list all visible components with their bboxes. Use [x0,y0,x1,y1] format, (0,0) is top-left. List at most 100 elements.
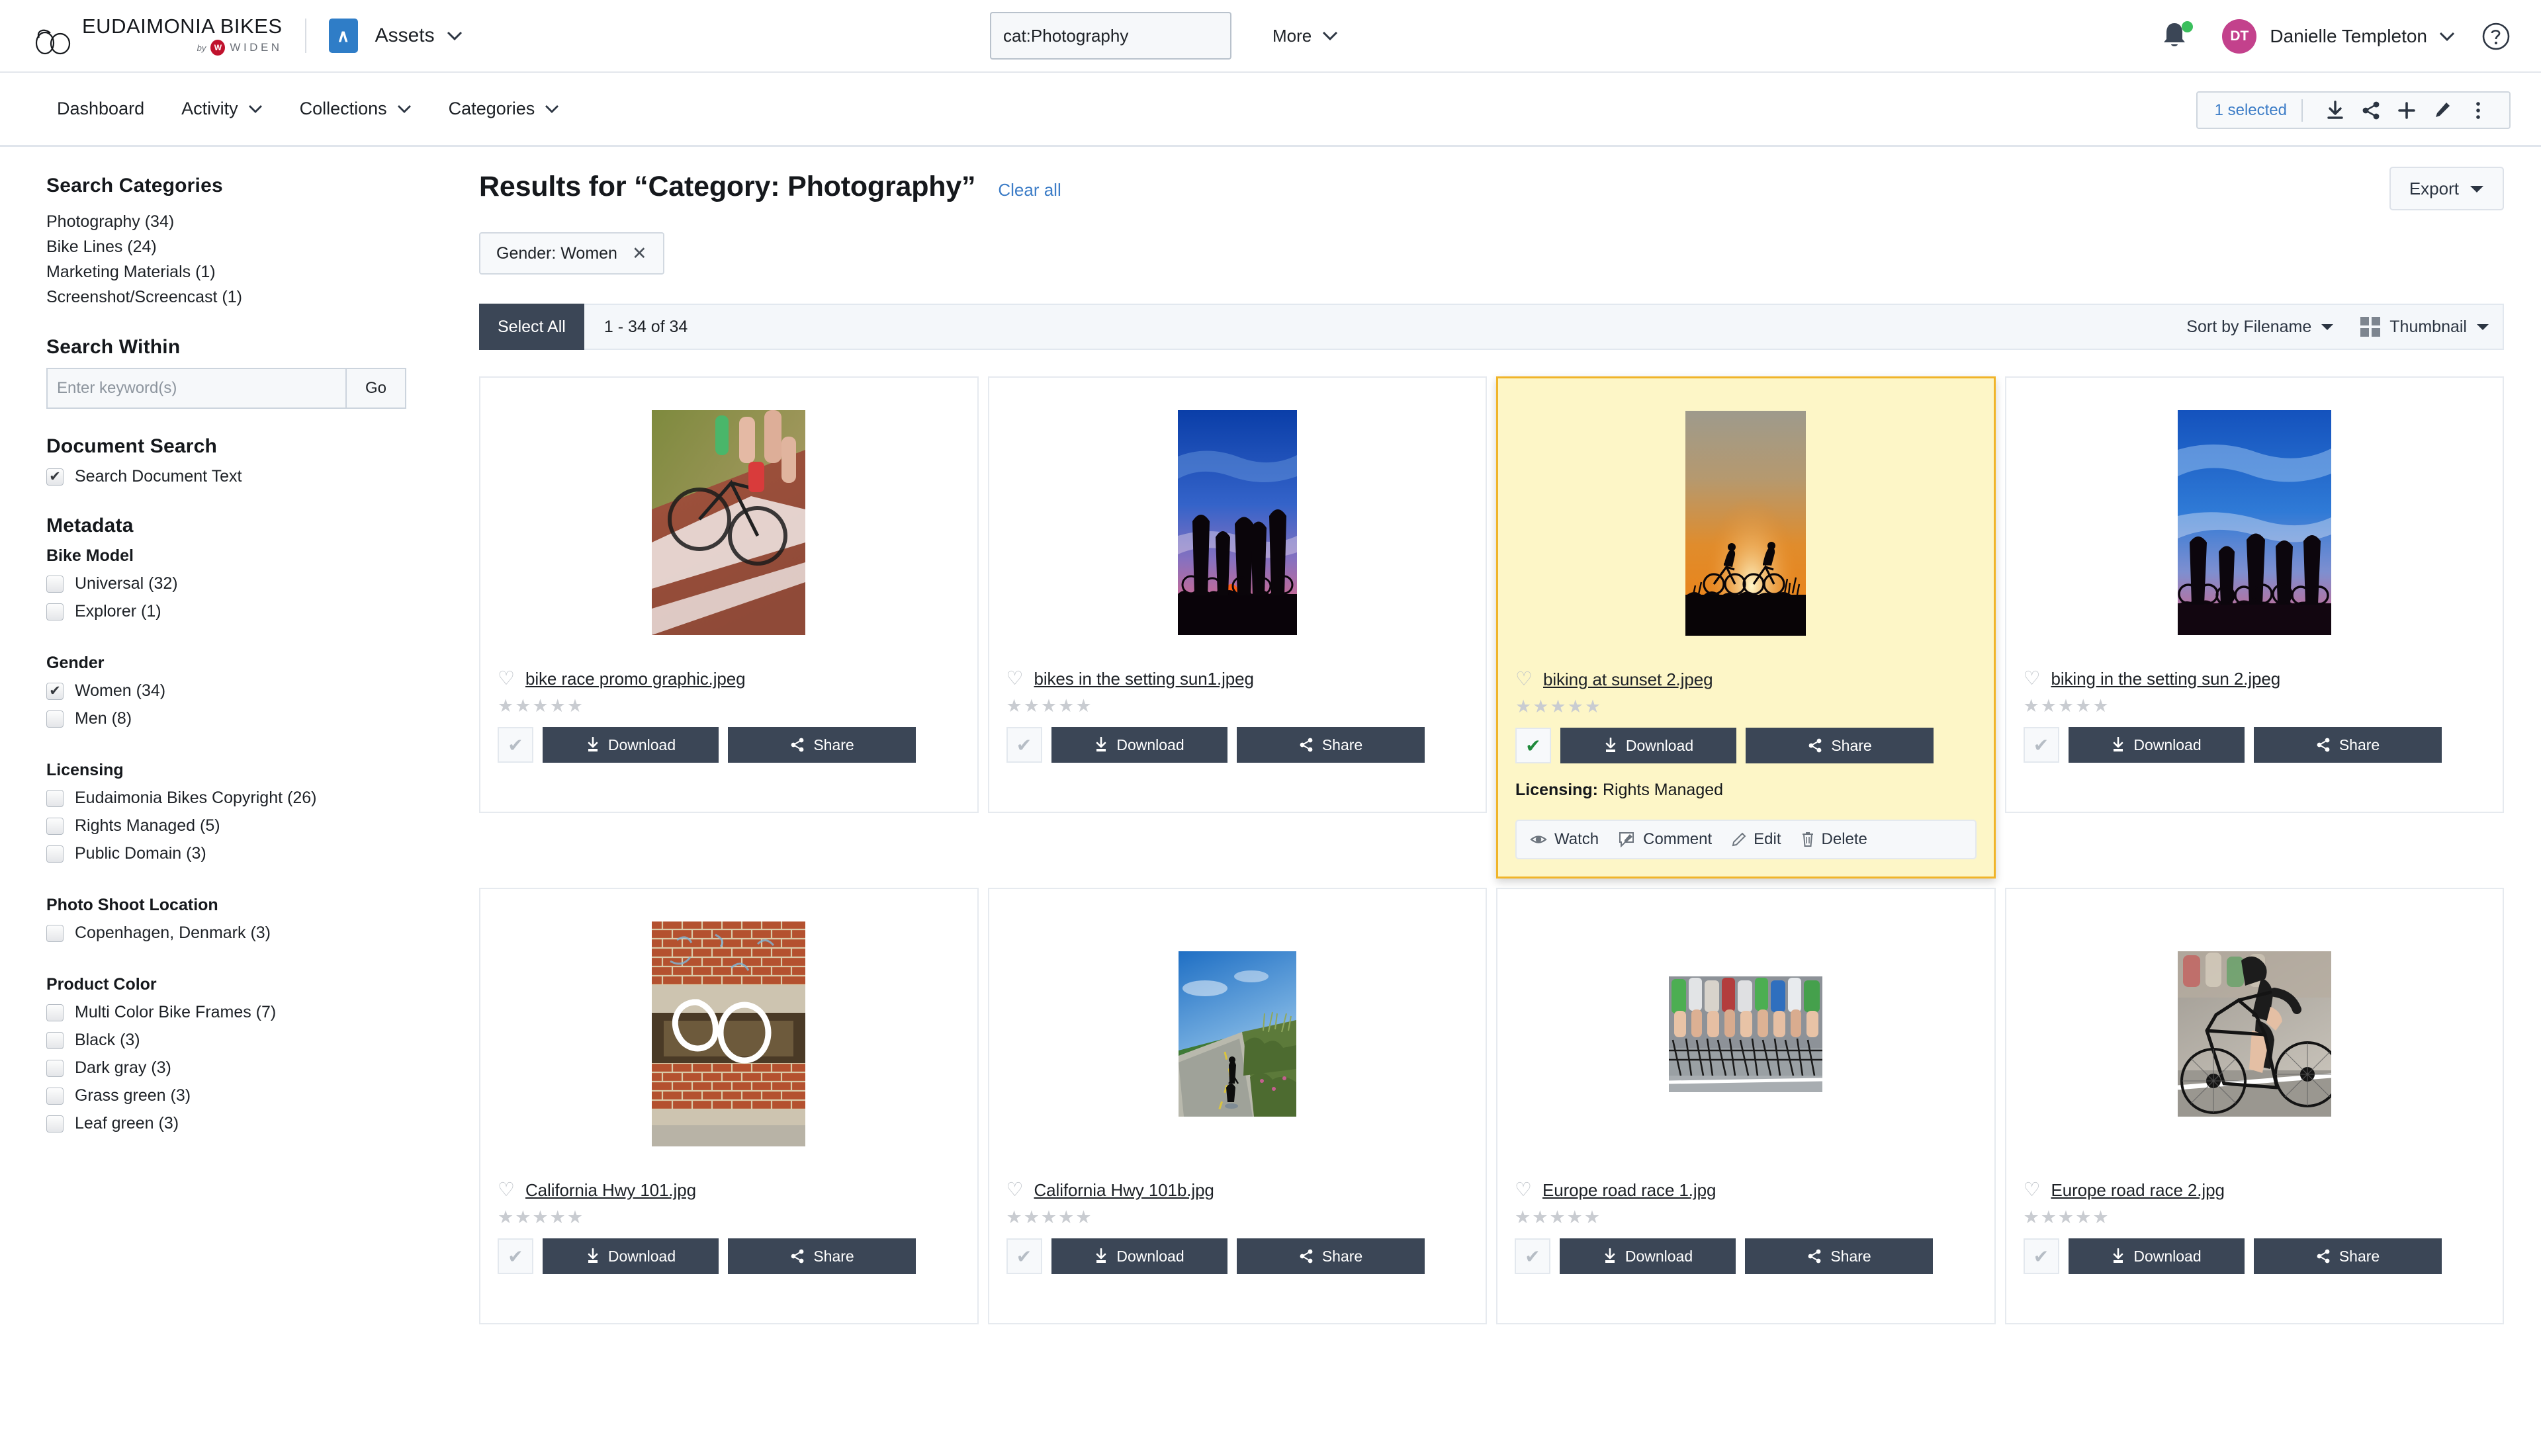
nav-item-collections[interactable]: Collections [300,99,412,119]
checkbox-icon[interactable] [46,710,64,728]
filter-option-multi-color[interactable]: Multi Color Bike Frames (7) [46,1003,426,1022]
asset-rating-stars[interactable]: ★★★★★ [1515,1209,1977,1226]
favorite-heart-icon[interactable]: ♡ [2024,1181,2041,1200]
filter-option-women[interactable]: Women (34) [46,681,426,701]
asset-download-button[interactable]: Download [543,1238,719,1274]
favorite-heart-icon[interactable]: ♡ [498,1181,515,1200]
asset-select-checkbox[interactable]: ✔ [1006,727,1042,763]
asset-thumbnail-area[interactable] [498,905,960,1163]
delete-action[interactable]: Delete [1801,830,1867,849]
asset-share-button[interactable]: Share [1236,727,1425,763]
filter-option-public-domain[interactable]: Public Domain (3) [46,844,426,863]
notifications-button[interactable] [2161,20,2194,53]
asset-filename-link[interactable]: biking at sunset 2.jpeg [1543,669,1713,690]
asset-filename-link[interactable]: California Hwy 101b.jpg [1034,1180,1214,1201]
filter-option-dark-gray[interactable]: Dark gray (3) [46,1058,426,1078]
asset-select-checkbox[interactable]: ✔ [1006,1238,1042,1274]
filter-option-leaf-green[interactable]: Leaf green (3) [46,1114,426,1133]
brand-logo[interactable]: EUDAIMONIA BIKES by W WIDEN [30,16,283,56]
checkbox-icon[interactable] [46,1059,64,1077]
asset-download-button[interactable]: Download [543,727,719,763]
favorite-heart-icon[interactable]: ♡ [1515,670,1533,689]
share-selected-button[interactable] [2353,95,2389,126]
asset-select-checkbox[interactable]: ✔ [1515,728,1551,763]
asset-rating-stars[interactable]: ★★★★★ [1006,697,1469,715]
more-actions-button[interactable] [2460,95,2496,126]
asset-share-button[interactable]: Share [1746,728,1934,763]
filter-option-explorer[interactable]: Explorer (1) [46,602,426,621]
checkbox-icon[interactable] [46,789,64,807]
asset-filename-link[interactable]: biking in the setting sun 2.jpeg [2051,669,2281,689]
checkbox-icon[interactable] [46,1004,64,1021]
asset-thumbnail-area[interactable] [1515,394,1977,652]
selected-count-label[interactable]: 1 selected [2215,101,2287,120]
filter-option-grass-green[interactable]: Grass green (3) [46,1086,426,1105]
more-search-options[interactable]: More [1272,26,1338,46]
checkbox-icon[interactable] [46,468,64,486]
checkbox-icon[interactable] [46,845,64,863]
asset-thumbnail-area[interactable] [498,394,960,652]
asset-select-checkbox[interactable]: ✔ [2023,1238,2059,1274]
asset-download-button[interactable]: Download [1051,1238,1227,1274]
help-button[interactable] [2481,22,2511,51]
asset-select-checkbox[interactable]: ✔ [2023,727,2059,763]
asset-select-checkbox[interactable]: ✔ [498,727,533,763]
asset-share-button[interactable]: Share [1745,1238,1933,1274]
nav-item-categories[interactable]: Categories [449,99,560,119]
sort-control[interactable]: Sort by Filename [2186,318,2334,337]
download-selected-button[interactable] [2317,95,2353,126]
user-menu[interactable]: Danielle Templeton [2270,26,2455,47]
asset-download-button[interactable]: Download [2068,727,2245,763]
asset-thumbnail-area[interactable] [2024,394,2486,652]
asset-card[interactable]: ♡ Europe road race 2.jpg ★★★★★ ✔ Downloa… [2004,888,2504,1324]
filter-option-men[interactable]: Men (8) [46,709,426,728]
favorite-heart-icon[interactable]: ♡ [1006,669,1024,689]
filter-chip-gender-women[interactable]: Gender: Women ✕ [479,232,664,275]
asset-card[interactable]: ♡ California Hwy 101b.jpg ★★★★★ ✔ Downlo… [987,888,1487,1324]
nav-item-dashboard[interactable]: Dashboard [57,99,144,119]
favorite-heart-icon[interactable]: ♡ [1515,1181,1532,1200]
asset-thumbnail-area[interactable] [1006,394,1469,652]
asset-share-button[interactable]: Share [728,1238,916,1274]
filter-option-black[interactable]: Black (3) [46,1031,426,1050]
avatar[interactable]: DT [2222,19,2257,54]
asset-card[interactable]: ♡ Europe road race 1.jpg ★★★★★ ✔ Downloa… [1496,888,1996,1324]
search-document-text-option[interactable]: Search Document Text [46,467,426,486]
app-switcher-icon[interactable]: ∧ [328,19,358,53]
asset-rating-stars[interactable]: ★★★★★ [1006,1209,1469,1226]
asset-download-button[interactable]: Download [2068,1238,2245,1274]
checkbox-icon[interactable] [46,603,64,621]
checkbox-icon[interactable] [46,682,64,700]
filter-option-rights-managed[interactable]: Rights Managed (5) [46,816,426,835]
asset-card-selected[interactable]: ♡ biking at sunset 2.jpeg ★★★★★ ✔ Downlo… [1496,376,1996,878]
asset-filename-link[interactable]: Europe road race 2.jpg [2051,1180,2225,1201]
checkbox-icon[interactable] [46,924,64,942]
asset-filename-link[interactable]: bikes in the setting sun1.jpeg [1034,669,1254,689]
comment-action[interactable]: Comment [1619,830,1712,849]
search-category-item[interactable]: Bike Lines (24) [46,234,426,259]
close-icon[interactable]: ✕ [632,244,647,263]
asset-share-button[interactable]: Share [2253,1238,2442,1274]
asset-rating-stars[interactable]: ★★★★★ [1515,698,1977,716]
favorite-heart-icon[interactable]: ♡ [2024,669,2041,689]
asset-filename-link[interactable]: California Hwy 101.jpg [525,1180,696,1201]
asset-thumbnail-area[interactable] [1006,905,1469,1163]
checkbox-icon[interactable] [46,817,64,835]
asset-thumbnail-area[interactable] [1515,905,1977,1163]
filter-option-eudaimonia-copyright[interactable]: Eudaimonia Bikes Copyright (26) [46,789,426,808]
add-to-collection-button[interactable] [2389,95,2425,126]
asset-rating-stars[interactable]: ★★★★★ [498,1209,960,1226]
asset-thumbnail-area[interactable] [2024,905,2486,1163]
search-category-item[interactable]: Photography (34) [46,209,426,234]
search-within-input[interactable] [46,368,345,409]
asset-card[interactable]: ♡ biking in the setting sun 2.jpeg ★★★★★… [2004,376,2504,813]
search-input[interactable] [991,13,1230,58]
view-mode-control[interactable]: Thumbnail [2360,317,2489,337]
favorite-heart-icon[interactable]: ♡ [498,669,515,689]
app-module-selector[interactable]: Assets [375,24,463,47]
asset-card[interactable]: ♡ California Hwy 101.jpg ★★★★★ ✔ Downloa… [479,888,979,1324]
filter-option-universal[interactable]: Universal (32) [46,574,426,593]
asset-download-button[interactable]: Download [1560,1238,1736,1274]
checkbox-icon[interactable] [46,1087,64,1105]
asset-select-checkbox[interactable]: ✔ [1515,1238,1550,1274]
